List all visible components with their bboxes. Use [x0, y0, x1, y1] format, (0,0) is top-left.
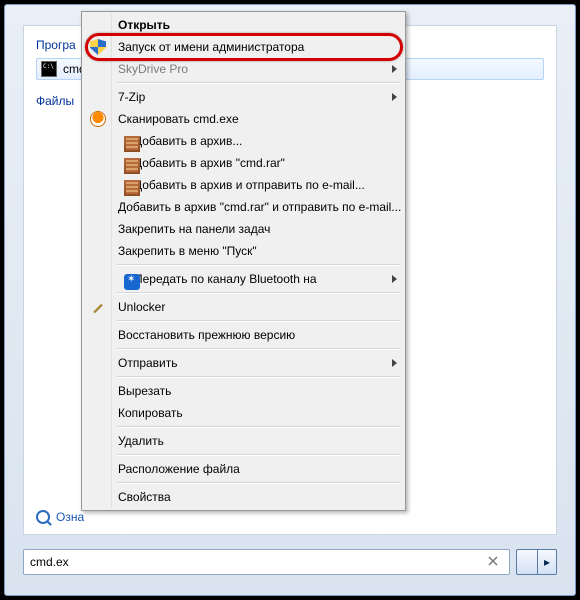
menu-7zip-label: 7-Zip — [118, 90, 145, 104]
menu-add-to-archive-cmd-label: Добавить в архив "cmd.rar" — [134, 156, 285, 170]
search-input[interactable]: cmd.ex — [23, 549, 510, 575]
context-menu: Открыть Запуск от имени администратора S… — [81, 11, 406, 511]
menu-separator — [116, 348, 401, 350]
shutdown-button-arrow[interactable]: ▸ — [537, 549, 557, 575]
antivirus-icon — [90, 111, 106, 127]
menu-copy-label: Копировать — [118, 406, 183, 420]
menu-open-label: Открыть — [118, 18, 170, 32]
menu-properties[interactable]: Свойства — [84, 486, 403, 508]
menu-pin-taskbar-label: Закрепить на панели задач — [118, 222, 270, 236]
menu-cut[interactable]: Вырезать — [84, 380, 403, 402]
menu-scan[interactable]: Сканировать cmd.exe — [84, 108, 403, 130]
menu-open-location-label: Расположение файла — [118, 462, 240, 476]
chevron-right-icon — [392, 359, 397, 367]
menu-send-to[interactable]: Отправить — [84, 352, 403, 374]
menu-send-to-label: Отправить — [118, 356, 178, 370]
shield-icon — [90, 39, 106, 55]
wand-icon — [90, 299, 106, 315]
menu-add-to-archive[interactable]: Добавить в архив... — [84, 130, 403, 152]
menu-copy[interactable]: Копировать — [84, 402, 403, 424]
start-menu-window: Програ cmd Файлы Озна cmd.ex ▸ Открыть — [4, 4, 576, 596]
menu-separator — [116, 376, 401, 378]
chevron-right-icon — [392, 275, 397, 283]
cmd-icon — [41, 61, 57, 77]
menu-run-as-admin-label: Запуск от имени администратора — [118, 40, 304, 54]
menu-unlocker-label: Unlocker — [118, 300, 165, 314]
menu-separator — [116, 82, 401, 84]
menu-unlocker[interactable]: Unlocker — [84, 296, 403, 318]
bluetooth-icon — [124, 274, 140, 290]
menu-archive-email[interactable]: Добавить в архив и отправить по e-mail..… — [84, 174, 403, 196]
menu-archive-email-label: Добавить в архив и отправить по e-mail..… — [134, 178, 365, 192]
menu-archive-cmd-email-label: Добавить в архив "cmd.rar" и отправить п… — [118, 200, 401, 214]
see-more-label: Озна — [56, 510, 84, 524]
menu-7zip[interactable]: 7-Zip — [84, 86, 403, 108]
menu-cut-label: Вырезать — [118, 384, 171, 398]
search-bar: cmd.ex ▸ — [23, 549, 557, 575]
search-icon — [36, 510, 50, 524]
menu-pin-start-label: Закрепить в меню "Пуск" — [118, 244, 257, 258]
menu-separator — [116, 264, 401, 266]
menu-separator — [116, 320, 401, 322]
menu-archive-cmd-email[interactable]: Добавить в архив "cmd.rar" и отправить п… — [84, 196, 403, 218]
menu-scan-label: Сканировать cmd.exe — [118, 112, 239, 126]
menu-separator — [116, 292, 401, 294]
shutdown-split-button[interactable]: ▸ — [516, 549, 557, 575]
search-clear-icon[interactable] — [485, 553, 503, 571]
archive-icon — [124, 180, 140, 196]
chevron-right-icon — [392, 65, 397, 73]
menu-properties-label: Свойства — [118, 490, 171, 504]
menu-bluetooth-send[interactable]: Передать по каналу Bluetooth на — [84, 268, 403, 290]
menu-add-to-archive-label: Добавить в архив... — [134, 134, 242, 148]
chevron-right-icon — [392, 93, 397, 101]
shutdown-button-main[interactable] — [516, 549, 537, 575]
menu-restore-previous[interactable]: Восстановить прежнюю версию — [84, 324, 403, 346]
menu-add-to-archive-cmd[interactable]: Добавить в архив "cmd.rar" — [84, 152, 403, 174]
menu-delete[interactable]: Удалить — [84, 430, 403, 452]
menu-pin-start[interactable]: Закрепить в меню "Пуск" — [84, 240, 403, 262]
search-input-value: cmd.ex — [30, 555, 69, 569]
menu-skydrive-pro[interactable]: SkyDrive Pro — [84, 58, 403, 80]
menu-separator — [116, 482, 401, 484]
menu-bluetooth-send-label: Передать по каналу Bluetooth на — [134, 272, 317, 286]
archive-icon — [124, 158, 140, 174]
menu-separator — [116, 426, 401, 428]
menu-delete-label: Удалить — [118, 434, 164, 448]
menu-run-as-admin[interactable]: Запуск от имени администратора — [84, 36, 403, 58]
menu-open-location[interactable]: Расположение файла — [84, 458, 403, 480]
menu-separator — [116, 454, 401, 456]
menu-skydrive-pro-label: SkyDrive Pro — [118, 62, 188, 76]
menu-pin-taskbar[interactable]: Закрепить на панели задач — [84, 218, 403, 240]
see-more-link[interactable]: Озна — [36, 510, 84, 524]
menu-restore-previous-label: Восстановить прежнюю версию — [118, 328, 295, 342]
archive-icon — [124, 136, 140, 152]
menu-open[interactable]: Открыть — [84, 14, 403, 36]
